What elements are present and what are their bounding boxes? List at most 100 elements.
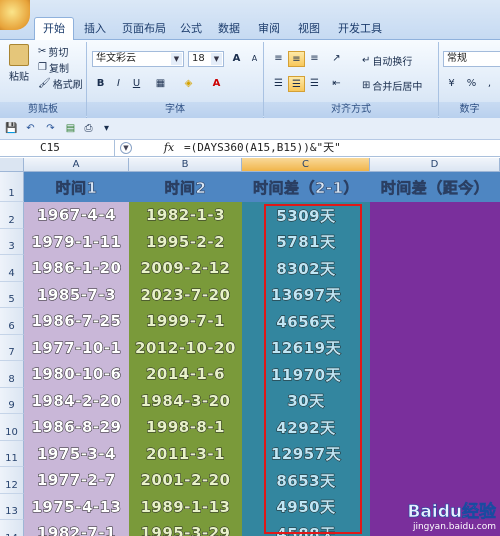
row-header[interactable]: 1	[0, 172, 24, 202]
row-header[interactable]: 9	[0, 387, 24, 414]
row-header[interactable]: 2	[0, 202, 24, 229]
data-cell[interactable]: 1980-10-6	[24, 361, 129, 388]
font-name-combo[interactable]: 华文彩云 ▼	[92, 51, 184, 67]
data-cell[interactable]: 2001-2-20	[129, 467, 242, 494]
name-box[interactable]: C15	[0, 140, 115, 157]
save-icon[interactable]: 💾	[3, 121, 20, 137]
currency-icon[interactable]: ¥	[443, 76, 460, 92]
row-header[interactable]: 3	[0, 228, 24, 255]
chevron-down-icon[interactable]: ▼	[120, 142, 132, 154]
row-header[interactable]: 10	[0, 414, 24, 441]
formula-input[interactable]: =(DAYS360(A15,B15))&"天"	[184, 140, 341, 157]
header-cell[interactable]: 时间1	[24, 172, 129, 202]
data-cell[interactable]: 1967-4-4	[24, 202, 129, 229]
data-cell[interactable]: 1982-7-1	[24, 520, 129, 536]
watermark: Baidu经验 jingyan.baidu.com	[407, 497, 496, 532]
select-all-corner[interactable]	[0, 158, 24, 172]
tab-formulas[interactable]: 公式	[172, 18, 210, 40]
tab-insert[interactable]: 插入	[76, 18, 114, 40]
tab-view[interactable]: 视图	[290, 18, 328, 40]
data-cell[interactable]: 2012-10-20	[129, 335, 242, 362]
shrink-font-button[interactable]: A	[246, 51, 263, 67]
tab-page-layout[interactable]: 页面布局	[114, 18, 174, 40]
row-header[interactable]: 6	[0, 308, 24, 335]
align-center-icon[interactable]: ☰	[288, 76, 305, 92]
align-right-icon[interactable]: ☰	[306, 76, 323, 92]
data-cell[interactable]: 1999-7-1	[129, 308, 242, 335]
row-header[interactable]: 14	[0, 520, 24, 536]
row-header[interactable]: 12	[0, 467, 24, 494]
header-cell[interactable]: 时间差（2-1）	[242, 172, 370, 202]
column-header-b[interactable]: B	[129, 158, 242, 172]
orientation-icon[interactable]: ↗	[328, 51, 345, 67]
header-cell[interactable]: 时间差（距今）	[370, 172, 500, 202]
copy-button[interactable]: ❐ 复制	[38, 60, 69, 75]
insert-function-icon[interactable]: fx	[158, 140, 180, 157]
comma-button[interactable]: ,	[481, 76, 498, 92]
data-cell[interactable]: 1989-1-13	[129, 494, 242, 521]
column-header-c[interactable]: C	[242, 158, 370, 172]
undo-icon[interactable]: ↶	[22, 121, 39, 137]
data-cell[interactable]: 2023-7-20	[129, 282, 242, 309]
tab-home[interactable]: 开始	[34, 17, 74, 41]
row-header[interactable]: 11	[0, 440, 24, 467]
font-color-icon[interactable]: A	[208, 76, 225, 92]
paste-button[interactable]: 粘贴	[6, 44, 32, 83]
data-cell[interactable]: 1977-2-7	[24, 467, 129, 494]
data-cell[interactable]: 1982-1-3	[129, 202, 242, 229]
tab-data[interactable]: 数据	[210, 18, 248, 40]
tab-developer[interactable]: 开发工具	[330, 18, 390, 40]
align-bottom-icon[interactable]: ≡	[306, 51, 323, 67]
number-format-combo[interactable]: 常规	[443, 51, 500, 67]
merge-center-button[interactable]: ⊞ 合并后居中	[362, 78, 422, 93]
data-cell[interactable]: 1975-3-4	[24, 441, 129, 468]
customize-icon[interactable]: ▾	[98, 121, 115, 137]
row-header[interactable]: 7	[0, 334, 24, 361]
chevron-down-icon[interactable]: ▼	[171, 53, 182, 65]
data-cell[interactable]: 2011-3-1	[129, 441, 242, 468]
data-cell[interactable]: 1984-2-20	[24, 388, 129, 415]
wrap-text-button[interactable]: ↵ 自动换行	[362, 53, 412, 68]
row-header[interactable]: 4	[0, 255, 24, 282]
cut-button[interactable]: ✂ 剪切	[38, 44, 68, 59]
borders-icon[interactable]: ▦	[152, 76, 169, 92]
column-header-d[interactable]: D	[370, 158, 500, 172]
grow-font-button[interactable]: A	[228, 51, 245, 67]
data-cell[interactable]: 1986-1-20	[24, 255, 129, 282]
data-cell[interactable]: 1984-3-20	[129, 388, 242, 415]
data-cell[interactable]: 1995-3-29	[129, 520, 242, 536]
fill-color-icon[interactable]: ◈	[180, 76, 197, 92]
data-cell[interactable]: 2014-1-6	[129, 361, 242, 388]
row-header[interactable]: 8	[0, 361, 24, 388]
data-cell[interactable]: 2009-2-12	[129, 255, 242, 282]
row-header[interactable]: 13	[0, 493, 24, 520]
data-cell[interactable]: 1986-7-25	[24, 308, 129, 335]
format-painter-button[interactable]: 🖌 格式刷	[38, 76, 83, 91]
indent-icon[interactable]: ⇤	[328, 76, 345, 92]
data-cell[interactable]: 1986-8-29	[24, 414, 129, 441]
align-left-icon[interactable]: ☰	[270, 76, 287, 92]
tab-review[interactable]: 审阅	[250, 18, 288, 40]
align-middle-icon[interactable]: ≡	[288, 51, 305, 67]
header-cell[interactable]: 时间2	[129, 172, 242, 202]
data-cell[interactable]: 1998-8-1	[129, 414, 242, 441]
chevron-down-icon[interactable]: ▼	[211, 53, 222, 65]
font-size-combo[interactable]: 18 ▼	[188, 51, 224, 67]
align-top-icon[interactable]: ≡	[270, 51, 287, 67]
row-header[interactable]: 5	[0, 281, 24, 308]
italic-button[interactable]: I	[110, 76, 127, 92]
underline-button[interactable]: U	[128, 76, 145, 92]
column-b-cells: 时间2 1982-1-3 1995-2-2 2009-2-12 2023-7-20 199…	[129, 172, 242, 536]
bold-button[interactable]: B	[92, 76, 109, 92]
percent-button[interactable]: %	[463, 76, 480, 92]
redo-icon[interactable]: ↷	[42, 121, 59, 137]
data-cell[interactable]: 1979-1-11	[24, 229, 129, 256]
column-header-a[interactable]: A	[24, 158, 129, 172]
data-cell[interactable]: 1977-10-1	[24, 335, 129, 362]
data-cell[interactable]: 1975-4-13	[24, 494, 129, 521]
sheet-icon[interactable]: ▤	[62, 121, 79, 137]
data-cell[interactable]: 1985-7-3	[24, 282, 129, 309]
data-cell[interactable]: 1995-2-2	[129, 229, 242, 256]
office-button[interactable]	[0, 0, 30, 30]
print-icon[interactable]: ⎙	[80, 121, 97, 137]
